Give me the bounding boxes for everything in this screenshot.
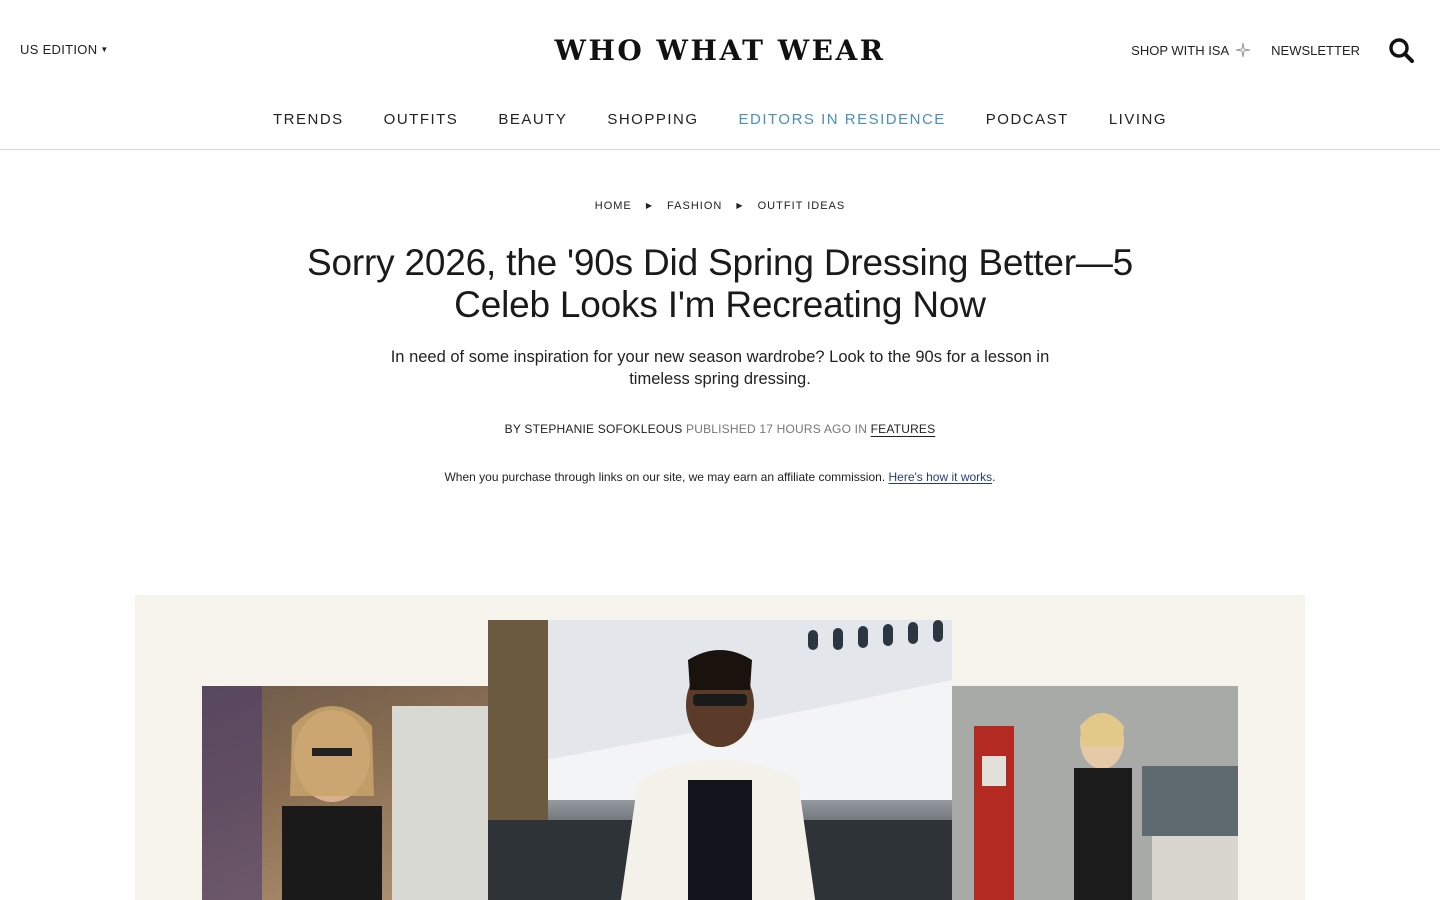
- main-nav: TRENDS OUTFITS BEAUTY SHOPPING EDITORS I…: [0, 100, 1440, 150]
- hero-image: [135, 595, 1305, 900]
- nav-item-beauty[interactable]: BEAUTY: [498, 111, 567, 128]
- sparkle-icon: [1235, 42, 1251, 58]
- article-dek: In need of some inspiration for your new…: [390, 348, 1050, 388]
- triangle-right-icon: ▶: [645, 201, 653, 210]
- category-link[interactable]: FEATURES: [871, 422, 936, 436]
- breadcrumb-home[interactable]: HOME: [595, 200, 632, 212]
- newsletter-link[interactable]: NEWSLETTER: [1271, 43, 1360, 58]
- affiliate-disclaimer: When you purchase through links on our s…: [0, 470, 1440, 484]
- header-tools: SHOP WITH ISA NEWSLETTER: [1131, 36, 1414, 64]
- nav-item-living[interactable]: LIVING: [1109, 111, 1167, 128]
- search-button[interactable]: [1388, 37, 1414, 63]
- how-it-works-link[interactable]: Here's how it works: [889, 470, 993, 484]
- nav-item-trends[interactable]: TRENDS: [273, 111, 344, 128]
- nav-item-podcast[interactable]: PODCAST: [986, 111, 1069, 128]
- in-label: IN: [854, 422, 868, 436]
- triangle-right-icon: ▶: [736, 201, 744, 210]
- hero-photo-left: [202, 686, 490, 900]
- byline: BY STEPHANIE SOFOKLEOUS PUBLISHED 17 HOU…: [0, 422, 1440, 436]
- shop-with-isa-link[interactable]: SHOP WITH ISA: [1131, 42, 1251, 58]
- hero-photo-center: [488, 620, 952, 900]
- author-link[interactable]: STEPHANIE SOFOKLEOUS: [524, 422, 682, 436]
- nav-item-editors-in-residence[interactable]: EDITORS IN RESIDENCE: [739, 111, 946, 128]
- breadcrumb-outfit-ideas[interactable]: OUTFIT IDEAS: [758, 200, 846, 212]
- byline-prefix: BY: [504, 422, 521, 436]
- shop-link-label: SHOP WITH ISA: [1131, 42, 1230, 58]
- nav-item-shopping[interactable]: SHOPPING: [607, 111, 698, 128]
- nav-item-outfits[interactable]: OUTFITS: [384, 111, 459, 128]
- search-icon: [1389, 38, 1414, 63]
- site-header: US EDITION ▼ WHO WHAT WEAR SHOP WITH ISA…: [0, 0, 1440, 100]
- hero-photo-right: [952, 686, 1238, 900]
- disclaimer-text: When you purchase through links on our s…: [444, 470, 886, 484]
- breadcrumb: HOME ▶ FASHION ▶ OUTFIT IDEAS: [0, 200, 1440, 212]
- published-time: PUBLISHED 17 HOURS AGO: [686, 422, 852, 436]
- disclaimer-end: .: [992, 470, 996, 484]
- article-title: Sorry 2026, the '90s Did Spring Dressing…: [306, 242, 1134, 325]
- breadcrumb-fashion[interactable]: FASHION: [667, 200, 722, 212]
